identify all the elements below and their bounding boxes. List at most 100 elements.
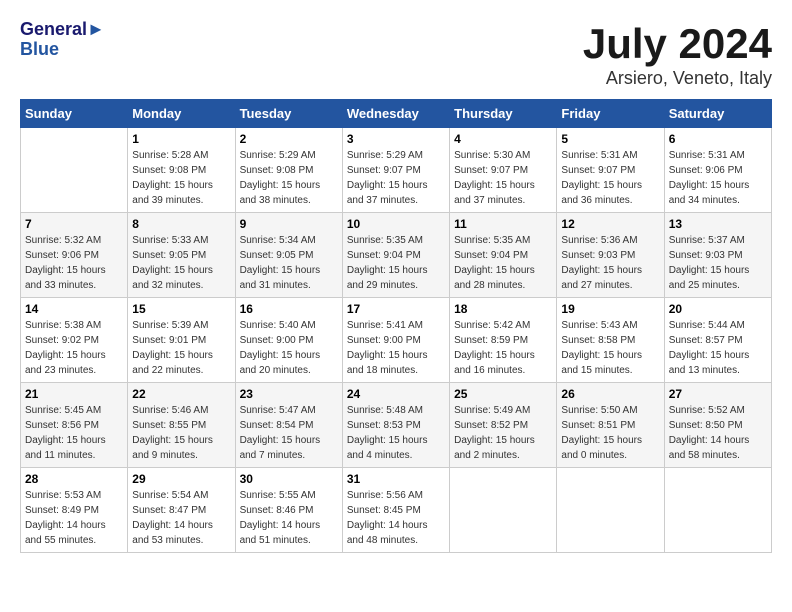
day-number: 24 bbox=[347, 387, 445, 401]
week-row-3: 14 Sunrise: 5:38 AMSunset: 9:02 PMDayligh… bbox=[21, 298, 772, 383]
day-info: Sunrise: 5:31 AMSunset: 9:06 PMDaylight:… bbox=[669, 148, 767, 208]
calendar-cell: 29 Sunrise: 5:54 AMSunset: 8:47 PMDayligh… bbox=[128, 468, 235, 553]
day-info: Sunrise: 5:33 AMSunset: 9:05 PMDaylight:… bbox=[132, 233, 230, 293]
calendar-cell: 19 Sunrise: 5:43 AMSunset: 8:58 PMDayligh… bbox=[557, 298, 664, 383]
day-info: Sunrise: 5:45 AMSunset: 8:56 PMDaylight:… bbox=[25, 403, 123, 463]
calendar-cell: 9 Sunrise: 5:34 AMSunset: 9:05 PMDaylight… bbox=[235, 213, 342, 298]
day-number: 6 bbox=[669, 132, 767, 146]
day-info: Sunrise: 5:52 AMSunset: 8:50 PMDaylight:… bbox=[669, 403, 767, 463]
day-info: Sunrise: 5:40 AMSunset: 9:00 PMDaylight:… bbox=[240, 318, 338, 378]
day-number: 3 bbox=[347, 132, 445, 146]
logo-line2: Blue bbox=[20, 40, 105, 60]
day-number: 12 bbox=[561, 217, 659, 231]
day-info: Sunrise: 5:48 AMSunset: 8:53 PMDaylight:… bbox=[347, 403, 445, 463]
calendar-cell: 22Sunrise: 5:46 AMSunset: 8:55 PMDayligh… bbox=[128, 383, 235, 468]
day-info: Sunrise: 5:56 AMSunset: 8:45 PMDaylight:… bbox=[347, 488, 445, 548]
calendar-cell: 21 Sunrise: 5:45 AMSunset: 8:56 PMDayligh… bbox=[21, 383, 128, 468]
day-info: Sunrise: 5:53 AMSunset: 8:49 PMDaylight:… bbox=[25, 488, 123, 548]
calendar-cell: 30 Sunrise: 5:55 AMSunset: 8:46 PMDayligh… bbox=[235, 468, 342, 553]
day-info: Sunrise: 5:39 AMSunset: 9:01 PMDaylight:… bbox=[132, 318, 230, 378]
calendar-cell: 10 Sunrise: 5:35 AMSunset: 9:04 PMDayligh… bbox=[342, 213, 449, 298]
day-number: 31 bbox=[347, 472, 445, 486]
day-number: 10 bbox=[347, 217, 445, 231]
logo: General► Blue bbox=[20, 20, 105, 60]
day-number: 4 bbox=[454, 132, 552, 146]
day-number: 25 bbox=[454, 387, 552, 401]
day-number: 17 bbox=[347, 302, 445, 316]
day-header-friday: Friday bbox=[557, 100, 664, 128]
day-info: Sunrise: 5:29 AMSunset: 9:08 PMDaylight:… bbox=[240, 148, 338, 208]
day-number: 15 bbox=[132, 302, 230, 316]
day-info: Sunrise: 5:32 AMSunset: 9:06 PMDaylight:… bbox=[25, 233, 123, 293]
day-info: Sunrise: 5:38 AMSunset: 9:02 PMDaylight:… bbox=[25, 318, 123, 378]
day-number: 23 bbox=[240, 387, 338, 401]
day-header-wednesday: Wednesday bbox=[342, 100, 449, 128]
day-info: Sunrise: 5:43 AMSunset: 8:58 PMDaylight:… bbox=[561, 318, 659, 378]
day-number: 18 bbox=[454, 302, 552, 316]
calendar-cell: 7Sunrise: 5:32 AMSunset: 9:06 PMDaylight… bbox=[21, 213, 128, 298]
calendar-cell bbox=[21, 128, 128, 213]
day-info: Sunrise: 5:34 AMSunset: 9:05 PMDaylight:… bbox=[240, 233, 338, 293]
day-number: 20 bbox=[669, 302, 767, 316]
day-info: Sunrise: 5:36 AMSunset: 9:03 PMDaylight:… bbox=[561, 233, 659, 293]
calendar-cell: 31 Sunrise: 5:56 AMSunset: 8:45 PMDayligh… bbox=[342, 468, 449, 553]
day-number: 14 bbox=[25, 302, 123, 316]
week-row-4: 21 Sunrise: 5:45 AMSunset: 8:56 PMDayligh… bbox=[21, 383, 772, 468]
day-info: Sunrise: 5:29 AMSunset: 9:07 PMDaylight:… bbox=[347, 148, 445, 208]
day-number: 30 bbox=[240, 472, 338, 486]
page-header: General► Blue July 2024 Arsiero, Veneto,… bbox=[20, 20, 772, 89]
day-info: Sunrise: 5:55 AMSunset: 8:46 PMDaylight:… bbox=[240, 488, 338, 548]
week-row-1: 1 Sunrise: 5:28 AMSunset: 9:08 PMDaylight… bbox=[21, 128, 772, 213]
day-number: 19 bbox=[561, 302, 659, 316]
day-info: Sunrise: 5:47 AMSunset: 8:54 PMDaylight:… bbox=[240, 403, 338, 463]
week-row-5: 28 Sunrise: 5:53 AMSunset: 8:49 PMDayligh… bbox=[21, 468, 772, 553]
calendar-cell: 18 Sunrise: 5:42 AMSunset: 8:59 PMDayligh… bbox=[450, 298, 557, 383]
day-info: Sunrise: 5:35 AMSunset: 9:04 PMDaylight:… bbox=[454, 233, 552, 293]
calendar-cell bbox=[450, 468, 557, 553]
day-info: Sunrise: 5:28 AMSunset: 9:08 PMDaylight:… bbox=[132, 148, 230, 208]
calendar-cell: 26Sunrise: 5:50 AMSunset: 8:51 PMDayligh… bbox=[557, 383, 664, 468]
day-header-saturday: Saturday bbox=[664, 100, 771, 128]
day-info: Sunrise: 5:42 AMSunset: 8:59 PMDaylight:… bbox=[454, 318, 552, 378]
day-number: 13 bbox=[669, 217, 767, 231]
day-number: 21 bbox=[25, 387, 123, 401]
day-header-sunday: Sunday bbox=[21, 100, 128, 128]
calendar-cell: 27 Sunrise: 5:52 AMSunset: 8:50 PMDayligh… bbox=[664, 383, 771, 468]
calendar-cell: 11 Sunrise: 5:35 AMSunset: 9:04 PMDayligh… bbox=[450, 213, 557, 298]
day-number: 2 bbox=[240, 132, 338, 146]
calendar-cell: 14 Sunrise: 5:38 AMSunset: 9:02 PMDayligh… bbox=[21, 298, 128, 383]
day-info: Sunrise: 5:49 AMSunset: 8:52 PMDaylight:… bbox=[454, 403, 552, 463]
calendar-subtitle: Arsiero, Veneto, Italy bbox=[583, 68, 772, 89]
day-header-thursday: Thursday bbox=[450, 100, 557, 128]
day-number: 28 bbox=[25, 472, 123, 486]
logo-line1: General► bbox=[20, 20, 105, 40]
calendar-cell bbox=[664, 468, 771, 553]
day-number: 22 bbox=[132, 387, 230, 401]
calendar-cell: 24 Sunrise: 5:48 AMSunset: 8:53 PMDayligh… bbox=[342, 383, 449, 468]
day-info: Sunrise: 5:37 AMSunset: 9:03 PMDaylight:… bbox=[669, 233, 767, 293]
day-number: 29 bbox=[132, 472, 230, 486]
calendar-cell: 4Sunrise: 5:30 AMSunset: 9:07 PMDaylight… bbox=[450, 128, 557, 213]
week-row-2: 7Sunrise: 5:32 AMSunset: 9:06 PMDaylight… bbox=[21, 213, 772, 298]
calendar-cell: 28 Sunrise: 5:53 AMSunset: 8:49 PMDayligh… bbox=[21, 468, 128, 553]
day-info: Sunrise: 5:50 AMSunset: 8:51 PMDaylight:… bbox=[561, 403, 659, 463]
day-number: 5 bbox=[561, 132, 659, 146]
calendar-cell: 15 Sunrise: 5:39 AMSunset: 9:01 PMDayligh… bbox=[128, 298, 235, 383]
day-number: 9 bbox=[240, 217, 338, 231]
calendar-cell: 2 Sunrise: 5:29 AMSunset: 9:08 PMDaylight… bbox=[235, 128, 342, 213]
day-info: Sunrise: 5:54 AMSunset: 8:47 PMDaylight:… bbox=[132, 488, 230, 548]
calendar-cell: 20Sunrise: 5:44 AMSunset: 8:57 PMDayligh… bbox=[664, 298, 771, 383]
calendar-title: July 2024 bbox=[583, 20, 772, 68]
day-number: 1 bbox=[132, 132, 230, 146]
calendar-cell bbox=[557, 468, 664, 553]
day-number: 11 bbox=[454, 217, 552, 231]
header-row: SundayMondayTuesdayWednesdayThursdayFrid… bbox=[21, 100, 772, 128]
day-number: 27 bbox=[669, 387, 767, 401]
calendar-cell: 8 Sunrise: 5:33 AMSunset: 9:05 PMDaylight… bbox=[128, 213, 235, 298]
day-number: 8 bbox=[132, 217, 230, 231]
day-header-monday: Monday bbox=[128, 100, 235, 128]
calendar-cell: 6 Sunrise: 5:31 AMSunset: 9:06 PMDaylight… bbox=[664, 128, 771, 213]
calendar-cell: 23 Sunrise: 5:47 AMSunset: 8:54 PMDayligh… bbox=[235, 383, 342, 468]
day-info: Sunrise: 5:35 AMSunset: 9:04 PMDaylight:… bbox=[347, 233, 445, 293]
calendar-cell: 17Sunrise: 5:41 AMSunset: 9:00 PMDayligh… bbox=[342, 298, 449, 383]
